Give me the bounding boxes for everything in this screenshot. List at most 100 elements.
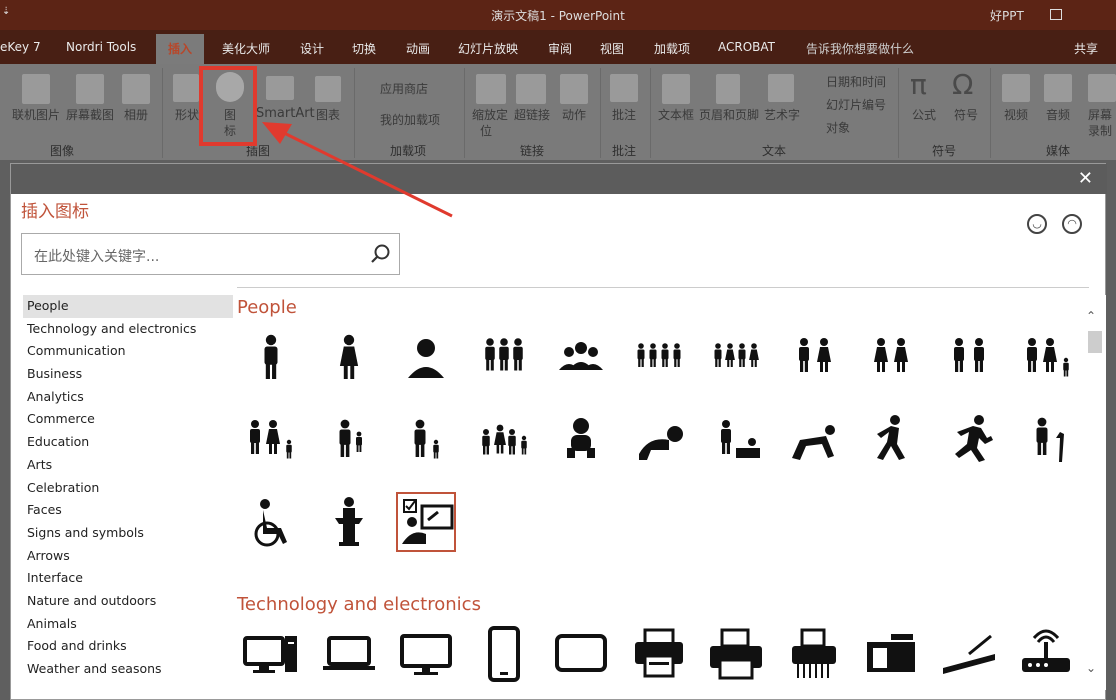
icon-tile[interactable] xyxy=(706,624,766,684)
icon-tile[interactable] xyxy=(319,492,379,552)
tab-2[interactable]: 插入 xyxy=(156,34,205,64)
screen-recording-button-2[interactable]: 录制 xyxy=(1088,122,1112,139)
category-item[interactable]: Signs and symbols xyxy=(23,522,233,545)
icon-tile[interactable] xyxy=(396,624,456,684)
header-footer-button[interactable]: 页眉和页脚 xyxy=(699,106,759,123)
screenshot-button[interactable]: 屏幕截图 xyxy=(66,106,114,123)
category-item[interactable]: Technology and electronics xyxy=(23,318,233,341)
icon-tile[interactable] xyxy=(706,328,766,388)
icon-tile[interactable] xyxy=(1016,328,1076,388)
tab-0[interactable]: eKey 7 xyxy=(0,40,41,54)
icon-tile[interactable] xyxy=(861,410,921,470)
category-item[interactable]: Celebration xyxy=(23,477,233,500)
search-input[interactable]: 在此处键入关键字... xyxy=(21,233,400,275)
action-button[interactable]: 动作 xyxy=(562,106,586,123)
icon-tile[interactable] xyxy=(1016,624,1076,684)
comment-button[interactable]: 批注 xyxy=(612,106,636,123)
symbol-button[interactable]: 符号 xyxy=(954,106,978,123)
share-button[interactable]: 共享 xyxy=(1074,40,1098,57)
category-item[interactable]: Animals xyxy=(23,613,233,636)
icon-tile[interactable] xyxy=(939,410,999,470)
tab-7[interactable]: 幻灯片放映 xyxy=(458,40,518,57)
category-item[interactable]: People xyxy=(23,295,233,318)
icon-tile[interactable] xyxy=(319,624,379,684)
category-item[interactable]: Weather and seasons xyxy=(23,658,233,681)
action-icon[interactable] xyxy=(560,74,588,104)
tab-5[interactable]: 切换 xyxy=(352,40,376,57)
icon-tile[interactable] xyxy=(551,624,611,684)
category-item[interactable]: Education xyxy=(23,431,233,454)
icon-tile[interactable] xyxy=(706,410,766,470)
icon-tile-selected[interactable] xyxy=(396,492,456,552)
icon-tile[interactable] xyxy=(474,328,534,388)
icon-tile[interactable] xyxy=(396,410,456,470)
scroll-up-icon[interactable]: ⌃ xyxy=(1086,309,1096,323)
tab-1[interactable]: Nordri Tools xyxy=(66,40,136,54)
tell-me-search[interactable]: 告诉我你想要做什么 xyxy=(806,40,914,57)
my-addins-button[interactable]: 我的加载项 xyxy=(380,111,440,128)
online-pictures-button[interactable]: 联机图片 xyxy=(12,106,60,123)
screenshot-icon[interactable] xyxy=(76,74,104,104)
icon-tile[interactable] xyxy=(939,624,999,684)
icon-tile[interactable] xyxy=(784,328,844,388)
object-button[interactable]: 对象 xyxy=(826,119,850,136)
category-item[interactable]: Communication xyxy=(23,340,233,363)
textbox-button[interactable]: 文本框 xyxy=(658,106,694,123)
tab-4[interactable]: 设计 xyxy=(300,40,324,57)
search-icon[interactable] xyxy=(369,243,391,265)
category-item[interactable]: Analytics xyxy=(23,386,233,409)
equation-button[interactable]: 公式 xyxy=(912,106,936,123)
icon-tile[interactable] xyxy=(629,410,689,470)
category-item[interactable]: Nature and outdoors xyxy=(23,590,233,613)
icon-tile[interactable] xyxy=(241,624,301,684)
icon-tile[interactable] xyxy=(861,624,921,684)
hyperlink-icon[interactable] xyxy=(516,74,546,104)
smile-feedback-icon[interactable]: ◡ xyxy=(1027,214,1047,234)
tab-9[interactable]: 视图 xyxy=(600,40,624,57)
icon-tile[interactable] xyxy=(551,410,611,470)
textbox-icon[interactable] xyxy=(662,74,690,104)
icon-tile[interactable] xyxy=(474,624,534,684)
icon-tile[interactable] xyxy=(784,410,844,470)
zoom-icon[interactable] xyxy=(476,74,506,104)
icon-tile[interactable] xyxy=(784,624,844,684)
user-name[interactable]: 好PPT xyxy=(990,7,1024,24)
tab-8[interactable]: 审阅 xyxy=(548,40,572,57)
video-button[interactable]: 视频 xyxy=(1004,106,1028,123)
ribbon-display-options-icon[interactable] xyxy=(1050,9,1062,20)
scroll-down-icon[interactable]: ⌄ xyxy=(1086,661,1096,675)
frown-feedback-icon[interactable]: ◠ xyxy=(1062,214,1082,234)
header-footer-icon[interactable] xyxy=(716,74,740,104)
icon-tile[interactable] xyxy=(319,410,379,470)
tab-3[interactable]: 美化大师 xyxy=(222,40,270,57)
audio-button[interactable]: 音频 xyxy=(1046,106,1070,123)
shapes-button[interactable]: 形状 xyxy=(175,106,199,123)
smartart-button[interactable]: SmartArt xyxy=(256,106,315,121)
icon-tile[interactable] xyxy=(396,328,456,388)
screen-recording-icon[interactable] xyxy=(1088,74,1116,102)
photo-album-icon[interactable] xyxy=(122,74,150,104)
icon-tile[interactable] xyxy=(629,624,689,684)
category-item[interactable]: Business xyxy=(23,363,233,386)
tab-6[interactable]: 动画 xyxy=(406,40,430,57)
icon-tile[interactable] xyxy=(629,328,689,388)
audio-icon[interactable] xyxy=(1044,74,1072,102)
store-button[interactable]: 应用商店 xyxy=(380,80,428,97)
category-item[interactable]: Interface xyxy=(23,567,233,590)
category-item[interactable]: Food and drinks xyxy=(23,635,233,658)
chart-icon[interactable] xyxy=(315,76,341,102)
equation-icon[interactable]: π xyxy=(910,68,927,101)
hyperlink-button[interactable]: 超链接 xyxy=(514,106,550,123)
video-icon[interactable] xyxy=(1002,74,1030,102)
slide-number-button[interactable]: 幻灯片编号 xyxy=(826,96,886,113)
icon-tile[interactable] xyxy=(241,328,301,388)
wordart-icon[interactable] xyxy=(768,74,794,102)
comment-icon[interactable] xyxy=(610,74,638,102)
zoom-button-2[interactable]: 位 xyxy=(480,122,492,139)
wordart-button[interactable]: 艺术字 xyxy=(764,106,800,123)
icon-tile[interactable] xyxy=(319,328,379,388)
photo-album-button[interactable]: 相册 xyxy=(124,106,148,123)
icon-tile[interactable] xyxy=(474,410,534,470)
online-pictures-icon[interactable] xyxy=(22,74,50,104)
category-item[interactable]: Faces xyxy=(23,499,233,522)
